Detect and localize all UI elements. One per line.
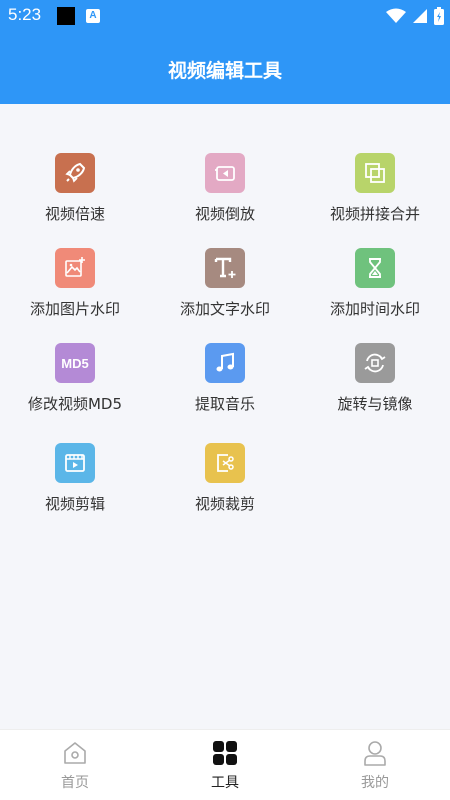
tool-label: 视频裁剪: [194, 495, 255, 513]
tool-time-watermark[interactable]: 添加时间水印: [300, 248, 450, 334]
md5-icon-text: MD5: [61, 355, 89, 371]
nav-label-mine: 我的: [361, 775, 389, 791]
app-header: 5:23 A 视频编辑工具: [0, 0, 450, 104]
rewind-play-icon: [205, 153, 245, 193]
tool-label: 视频剪辑: [44, 495, 105, 513]
tool-label: 添加图片水印: [29, 300, 120, 318]
tool-label: 视频倒放: [194, 205, 255, 223]
nav-label-tools: 工具: [211, 775, 239, 791]
text-add-icon: [205, 248, 245, 288]
nav-item-mine[interactable]: 我的: [300, 730, 450, 800]
home-icon: [64, 742, 86, 764]
tool-video-speed[interactable]: 视频倍速: [0, 153, 150, 239]
user-icon: [364, 741, 386, 766]
tool-label: 修改视频MD5: [27, 395, 123, 413]
keyboard-badge-icon: A: [86, 9, 100, 23]
status-time: 5:23: [8, 5, 42, 24]
tool-label: 旋转与镜像: [337, 395, 413, 413]
md5-icon: MD5: [55, 343, 95, 383]
nav-item-tools[interactable]: 工具: [150, 730, 300, 800]
crop-scissors-icon: [205, 443, 245, 483]
tool-video-reverse[interactable]: 视频倒放: [150, 153, 300, 239]
nav-label-home: 首页: [61, 775, 89, 791]
image-add-icon: [55, 248, 95, 288]
music-note-icon: [205, 343, 245, 383]
tool-label: 视频拼接合并: [329, 205, 420, 223]
bottom-nav: 首页 工具 我的: [0, 729, 450, 800]
hourglass-icon: [355, 248, 395, 288]
battery-icon: [434, 7, 444, 25]
status-bar: 5:23 A: [0, 0, 450, 32]
tool-text-watermark[interactable]: 添加文字水印: [150, 248, 300, 334]
tool-modify-md5[interactable]: MD5 修改视频MD5: [0, 343, 150, 429]
tool-label: 添加时间水印: [329, 300, 420, 318]
tool-label: 视频倍速: [44, 205, 105, 223]
page-title: 视频编辑工具: [167, 60, 282, 82]
signal-icon: [413, 9, 427, 23]
tool-label: 提取音乐: [194, 395, 255, 413]
rocket-icon: [55, 153, 95, 193]
tool-video-merge[interactable]: 视频拼接合并: [300, 153, 450, 239]
wifi-icon: [386, 8, 406, 23]
tool-video-crop[interactable]: 视频裁剪: [150, 443, 300, 529]
grid-icon: [213, 741, 237, 765]
tool-image-watermark[interactable]: 添加图片水印: [0, 248, 150, 334]
tool-label: 添加文字水印: [179, 300, 270, 318]
tool-rotate-mirror[interactable]: 旋转与镜像: [300, 343, 450, 429]
film-clip-icon: [55, 443, 95, 483]
nav-item-home[interactable]: 首页: [0, 730, 150, 800]
tools-grid: 视频倍速 视频倒放 视频拼接合并 添加图片水印 添加文字水印 添加时间水印 MD…: [0, 104, 450, 729]
tool-extract-music[interactable]: 提取音乐: [150, 343, 300, 429]
status-icons: [386, 6, 444, 26]
rotate-icon: [355, 343, 395, 383]
tool-video-cut[interactable]: 视频剪辑: [0, 443, 150, 529]
merge-squares-icon: [355, 153, 395, 193]
notification-icon: [57, 7, 75, 25]
